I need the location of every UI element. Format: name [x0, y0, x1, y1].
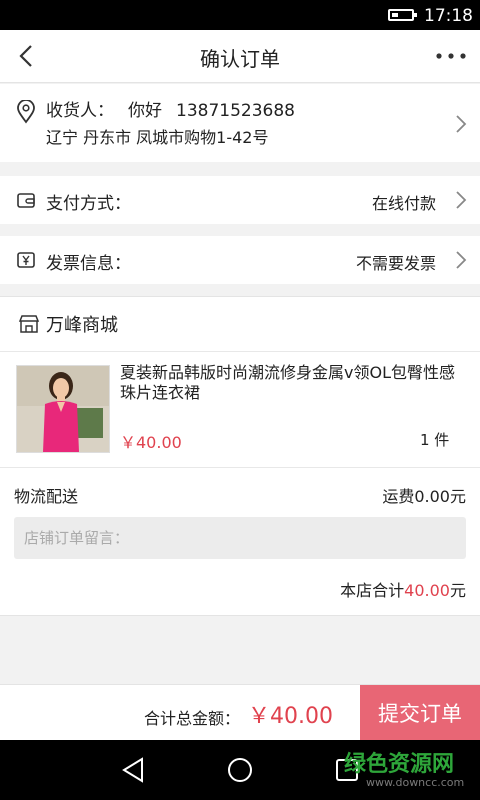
battery-icon — [388, 9, 417, 21]
watermark: 绿色资源网 www.downcc.com — [344, 742, 478, 798]
shipping-label: 物流配送 — [14, 487, 79, 506]
product-quantity: 1 件 — [420, 431, 450, 449]
watermark-name: 绿色资源网 — [344, 752, 455, 777]
recipient-name: 你好 — [128, 101, 162, 121]
shop-name: 万峰商城 — [46, 315, 118, 336]
status-bar: 17:18 — [0, 0, 480, 30]
address-card[interactable]: 收货人： 你好 13871523688 辽宁 丹东市 凤城市购物1-42号 — [0, 84, 480, 162]
chevron-right-icon — [456, 251, 467, 269]
recipient-label: 收货人： — [46, 101, 114, 121]
product-photo — [17, 366, 109, 452]
nav-bar: 确认订单 — [0, 30, 480, 83]
invoice-label: 发票信息： — [46, 254, 131, 274]
invoice-value: 不需要发票 — [355, 254, 436, 273]
subtotal-unit: 元 — [449, 581, 466, 600]
shop-subtotal: 本店合计40.00元 — [340, 577, 466, 601]
location-pin-icon — [17, 100, 35, 124]
payment-label: 支付方式： — [46, 194, 131, 214]
submit-order-button[interactable]: 提交订单 — [360, 685, 480, 741]
product-price: ￥40.00 — [120, 433, 182, 452]
shop-header[interactable]: 万峰商城 — [0, 297, 480, 352]
payment-value: 在线付款 — [371, 194, 436, 213]
page-title: 确认订单 — [200, 47, 280, 71]
watermark-url: www.downcc.com — [366, 776, 465, 789]
total-label: 合计总金额： — [144, 709, 241, 728]
checkout-bar: 合计总金额： ￥40.00 提交订单 — [0, 684, 480, 741]
chevron-right-icon — [456, 191, 467, 209]
shop-card: 万峰商城 夏装新品韩版时尚潮流修身金属v领OL包臀性感珠片连衣裙 ￥40.00 … — [0, 296, 480, 616]
chevron-right-icon — [456, 115, 467, 133]
invoice-row[interactable]: 发票信息： 不需要发票 — [0, 236, 480, 284]
status-time: 17:18 — [424, 6, 473, 26]
shop-note-input[interactable] — [14, 517, 466, 559]
subtotal-label: 本店合计 — [340, 581, 405, 600]
divider — [0, 467, 480, 468]
invoice-icon — [17, 252, 35, 268]
recipient-line: 收货人： 你好 13871523688 — [46, 96, 309, 121]
home-circle-icon[interactable] — [226, 756, 254, 784]
total-amount: ￥40.00 — [248, 704, 333, 729]
product-title[interactable]: 夏装新品韩版时尚潮流修身金属v领OL包臀性感珠片连衣裙 — [120, 363, 470, 403]
wallet-icon — [17, 193, 35, 208]
product-image[interactable] — [16, 365, 110, 453]
back-triangle-icon[interactable] — [120, 756, 146, 784]
more-dots-icon — [436, 53, 466, 59]
more-button[interactable] — [434, 44, 468, 68]
payment-method-row[interactable]: 支付方式： 在线付款 — [0, 176, 480, 224]
shipping-fee: 运费0.00元 — [382, 487, 466, 506]
shop-icon — [18, 315, 40, 333]
recipient-phone: 13871523688 — [176, 101, 295, 121]
recipient-address: 辽宁 丹东市 凤城市购物1-42号 — [46, 128, 269, 147]
subtotal-amount: 40.00 — [404, 581, 450, 600]
